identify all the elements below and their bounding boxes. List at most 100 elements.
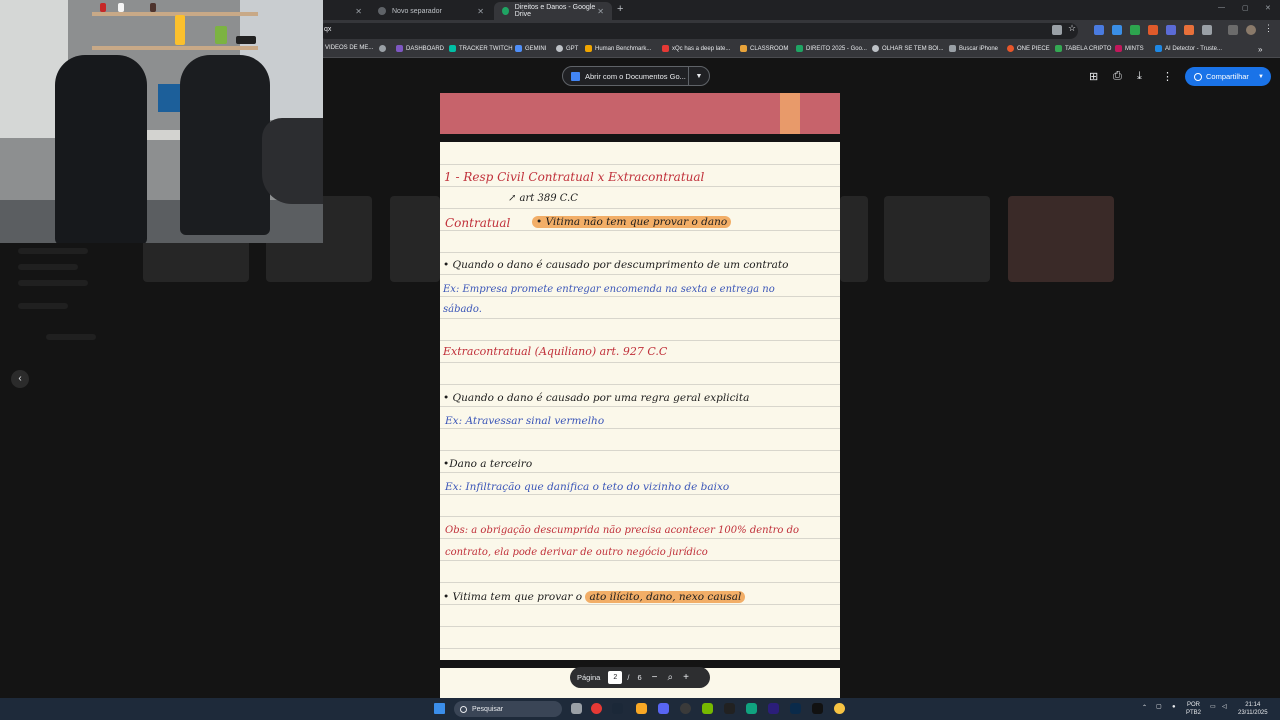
app-icon[interactable] (834, 703, 845, 714)
tab-close-icon[interactable]: ✕ (355, 7, 362, 16)
ruled-line (440, 626, 840, 627)
bookmark-item[interactable]: CLASSROOM (740, 45, 788, 52)
folder-icon[interactable] (636, 703, 647, 714)
share-button[interactable]: Compartilhar ▼ (1185, 67, 1271, 86)
tab-new-separator[interactable]: Novo separador ✕ (370, 2, 492, 20)
mic-icon[interactable]: ● (1172, 703, 1176, 711)
bookmark-item[interactable]: GPT (556, 45, 578, 52)
bookmark-item[interactable]: Human Benchmark... (585, 45, 651, 52)
star-icon[interactable]: ☆ (1068, 23, 1078, 33)
bookmark-item[interactable]: ONE PIECE (1007, 45, 1050, 52)
ruled-line (440, 274, 840, 275)
extension-icon[interactable] (1166, 25, 1176, 35)
volume-icon[interactable]: ◁ (1222, 703, 1227, 711)
tray-chevron-up-icon[interactable]: ⌃ (1142, 704, 1147, 712)
taskbar-search[interactable]: Pesquisar (454, 701, 562, 717)
bookmark-item[interactable]: Buscar iPhone (949, 45, 998, 52)
previous-page-bottom (440, 93, 840, 134)
note-example: Ex: Atravessar sinal vermelho (445, 415, 605, 427)
ruled-line (440, 296, 840, 297)
cast-icon[interactable] (1052, 25, 1062, 35)
steam-icon[interactable] (612, 703, 623, 714)
tab-drive[interactable]: Direitos e Danos - Google Drive ✕ (494, 2, 612, 20)
maximize-icon[interactable]: ▢ (1242, 4, 1249, 12)
address-bar[interactable]: qx (318, 23, 1078, 39)
bookmark-item[interactable]: MINTS (1115, 45, 1144, 52)
note-obs: contrato, ela pode derivar de outro negó… (445, 547, 708, 558)
bookmark-item[interactable]: OLHAR SE TEM BOI... (872, 45, 944, 52)
extension-icon[interactable] (1112, 25, 1122, 35)
gpt-icon (556, 45, 563, 52)
obs-icon[interactable] (680, 703, 691, 714)
language-indicator[interactable]: POR PTB2 (1186, 701, 1201, 717)
bookmark-item[interactable]: AI Detector - Truste... (1155, 45, 1222, 52)
download-icon[interactable] (1228, 25, 1238, 35)
webcam-overlay (0, 0, 323, 243)
bookmark-item[interactable]: VIDEOS DE ME... (325, 45, 373, 51)
shield-extension-icon[interactable] (1130, 25, 1140, 35)
note-example: sábado. (443, 304, 482, 315)
zoom-out-icon[interactable]: − (652, 672, 658, 683)
tray-icon[interactable]: ▢ (1156, 703, 1162, 711)
ruled-line (440, 604, 840, 605)
ghost-sidebar-item (46, 334, 96, 340)
capcut-icon[interactable] (812, 703, 823, 714)
bookmarks-overflow-icon[interactable]: » (1258, 45, 1262, 54)
discord-icon[interactable] (658, 703, 669, 714)
photoshop-icon[interactable] (790, 703, 801, 714)
print-icon[interactable]: ⎙ (1113, 70, 1122, 83)
webcam-figure (175, 15, 185, 45)
note-bullet: • Quando o dano é causado por descumprim… (443, 259, 789, 271)
menu-dots-icon[interactable]: ⋮ (1264, 23, 1274, 33)
webcam-chair (55, 55, 147, 243)
comment-add-icon[interactable]: ⊞ (1089, 70, 1098, 83)
bookmark-item[interactable]: DIREITO 2025 - Goo... (796, 45, 867, 52)
windows-start-icon[interactable] (434, 703, 445, 714)
download-icon[interactable]: ⤓ (1137, 70, 1142, 83)
puzzle-icon[interactable] (1202, 25, 1212, 35)
tab-close-icon[interactable]: ✕ (477, 7, 484, 16)
extension-icon[interactable] (1094, 25, 1104, 35)
more-options-icon[interactable]: ⋮ (1162, 70, 1173, 83)
tracker-icon (449, 45, 456, 52)
globe-icon (379, 45, 386, 52)
bookmark-item[interactable] (379, 45, 389, 52)
network-icon[interactable]: ▭ (1210, 703, 1216, 711)
extension-icon[interactable] (1184, 25, 1194, 35)
ghost-file-card (840, 196, 868, 282)
new-tab-button[interactable]: + (617, 3, 623, 15)
tab-previous[interactable]: ✕ (326, 2, 370, 20)
bookmark-item[interactable]: GEMINI (515, 45, 546, 52)
page-number-input[interactable]: 2 (608, 671, 623, 684)
extension-icon[interactable] (1148, 25, 1158, 35)
ruled-line (440, 252, 840, 253)
clock[interactable]: 21:14 23/11/2025 (1238, 701, 1268, 717)
app-icon[interactable] (724, 703, 735, 714)
bookmark-item[interactable]: TABELA CRIPTO (1055, 45, 1111, 52)
bookmark-item[interactable]: DASHBOARD (396, 45, 444, 52)
zoom-icon[interactable]: ⌕ (667, 672, 673, 683)
chevron-left-icon[interactable]: ‹ (11, 370, 29, 388)
tab-close-icon[interactable]: ✕ (597, 7, 604, 16)
nvidia-icon[interactable] (702, 703, 713, 714)
profile-avatar-icon[interactable] (1246, 25, 1256, 35)
note-example: Ex: Empresa promete entregar encomenda n… (443, 284, 775, 295)
close-window-icon[interactable]: ✕ (1265, 4, 1271, 12)
benchmark-icon (585, 45, 592, 52)
dashboard-icon (396, 45, 403, 52)
bookmark-item[interactable]: xQc has a deep late... (662, 45, 730, 52)
zoom-in-icon[interactable]: + (683, 672, 689, 683)
search-placeholder: Pesquisar (472, 705, 504, 713)
chevron-down-icon[interactable]: ▼ (689, 73, 709, 80)
premiere-icon[interactable] (768, 703, 779, 714)
gpt-app-icon[interactable] (746, 703, 757, 714)
chevron-down-icon[interactable]: ▼ (1258, 74, 1264, 80)
open-with-docs-button[interactable]: Abrir com o Documentos Go... ▼ (562, 66, 710, 86)
webcam-figure (236, 36, 256, 44)
minimize-icon[interactable]: — (1218, 4, 1225, 11)
chrome-icon[interactable] (591, 703, 602, 714)
webcam-steering-wheel (262, 118, 323, 204)
youtube-icon (662, 45, 669, 52)
task-view-icon[interactable] (571, 703, 582, 714)
bookmark-item[interactable]: TRACKER TWITCH (449, 45, 513, 52)
